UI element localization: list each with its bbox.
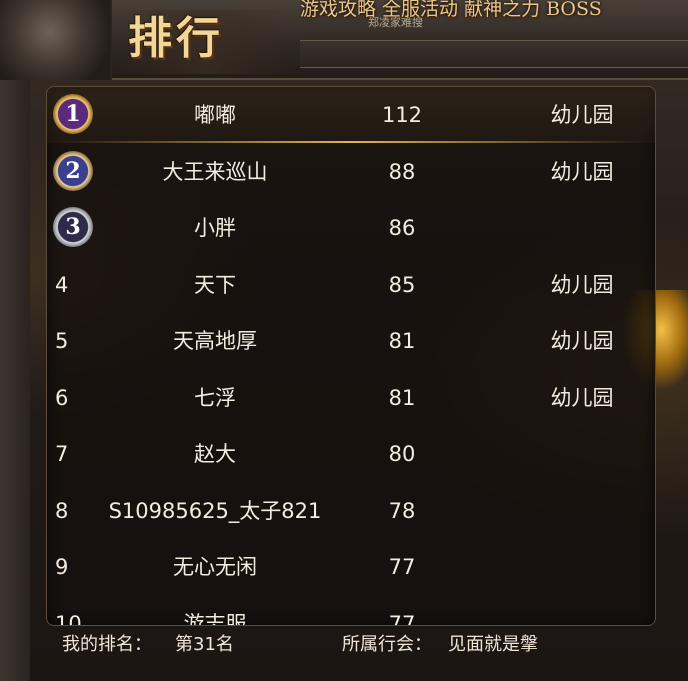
rank-number: 9 — [55, 555, 69, 579]
event-banner-subtitle: 郑凌家难搜 — [368, 16, 423, 29]
player-guild — [532, 200, 632, 256]
ranking-row[interactable]: 4 天下 85 幼儿园 — [47, 257, 655, 313]
player-guild — [532, 483, 632, 539]
player-score: 77 — [388, 611, 416, 626]
guild-value: 见面就是搫 — [448, 634, 538, 655]
player-score: 86 — [388, 216, 416, 240]
player-name: 七浮 — [194, 385, 236, 410]
rank-number: 5 — [55, 329, 69, 353]
player-guild — [532, 426, 632, 482]
player-name: 大王来巡山 — [162, 159, 268, 184]
ranking-row[interactable]: 2 大王来巡山 88 幼儿园 — [47, 144, 655, 200]
player-guild: 幼儿园 — [550, 159, 614, 184]
player-score: 81 — [388, 385, 416, 410]
player-name: S10985625_太子821 — [108, 498, 322, 523]
player-score: 78 — [388, 498, 416, 523]
event-banner[interactable]: 游戏攻略 全服活动 献神之力 BOSS — [300, 0, 688, 24]
player-guild: 幼儿园 — [550, 272, 614, 297]
player-name: 天下 — [194, 272, 236, 297]
ranking-row[interactable]: 3 小胖 86 — [47, 200, 655, 256]
player-guild — [532, 539, 632, 595]
page-title: 排行 — [128, 13, 224, 64]
ranking-row[interactable]: 10 游志服 77 — [47, 596, 655, 626]
player-name: 嘟嘟 — [194, 103, 236, 127]
statue-ornament — [0, 0, 112, 80]
player-score: 85 — [388, 272, 416, 297]
player-name: 赵大 — [194, 442, 236, 466]
top-frame-rail — [300, 40, 688, 68]
my-rank-label: 我的排名： — [62, 634, 152, 655]
player-name: 天高地厚 — [173, 329, 257, 353]
player-guild: 幼儿园 — [550, 329, 614, 353]
player-score: 80 — [388, 442, 416, 466]
ranking-row[interactable]: 9 无心无闲 77 — [47, 539, 655, 595]
player-score: 112 — [381, 103, 423, 127]
ranking-row[interactable]: 8 S10985625_太子821 78 — [47, 483, 655, 539]
ranking-panel[interactable]: 1 嘟嘟 112 幼儿园 2 大王来巡山 88 幼儿园 3 小胖 86 4 天下 85 幼儿园 5 天高地厚 81… — [46, 86, 656, 626]
rank-medal-icon: 2 — [53, 150, 93, 191]
player-score: 77 — [388, 555, 416, 579]
rank-medal-icon: 1 — [53, 94, 93, 134]
player-score: 88 — [388, 159, 416, 184]
rank-medal-icon: 3 — [53, 207, 93, 247]
rank-number: 4 — [55, 272, 69, 297]
player-guild — [532, 596, 632, 626]
rank-number: 6 — [55, 385, 69, 410]
player-name: 游志服 — [183, 611, 247, 626]
my-rank-value: 第31名 — [175, 634, 234, 655]
player-name: 小胖 — [194, 216, 236, 240]
rank-number: 8 — [55, 498, 69, 523]
rank-number: 10 — [55, 611, 82, 626]
left-scenery — [0, 78, 30, 681]
guild-label: 所属行会： — [342, 634, 432, 655]
player-guild: 幼儿园 — [550, 385, 614, 410]
ranking-row[interactable]: 7 赵大 80 — [47, 426, 655, 482]
ranking-row[interactable]: 1 嘟嘟 112 幼儿园 — [47, 87, 655, 143]
rank-number: 7 — [55, 442, 69, 466]
ranking-row[interactable]: 6 七浮 81 幼儿园 — [47, 370, 655, 426]
player-name: 无心无闲 — [173, 555, 257, 579]
player-score: 81 — [388, 329, 416, 353]
player-guild: 幼儿园 — [550, 103, 614, 127]
ranking-row[interactable]: 5 天高地厚 81 幼儿园 — [47, 313, 655, 369]
